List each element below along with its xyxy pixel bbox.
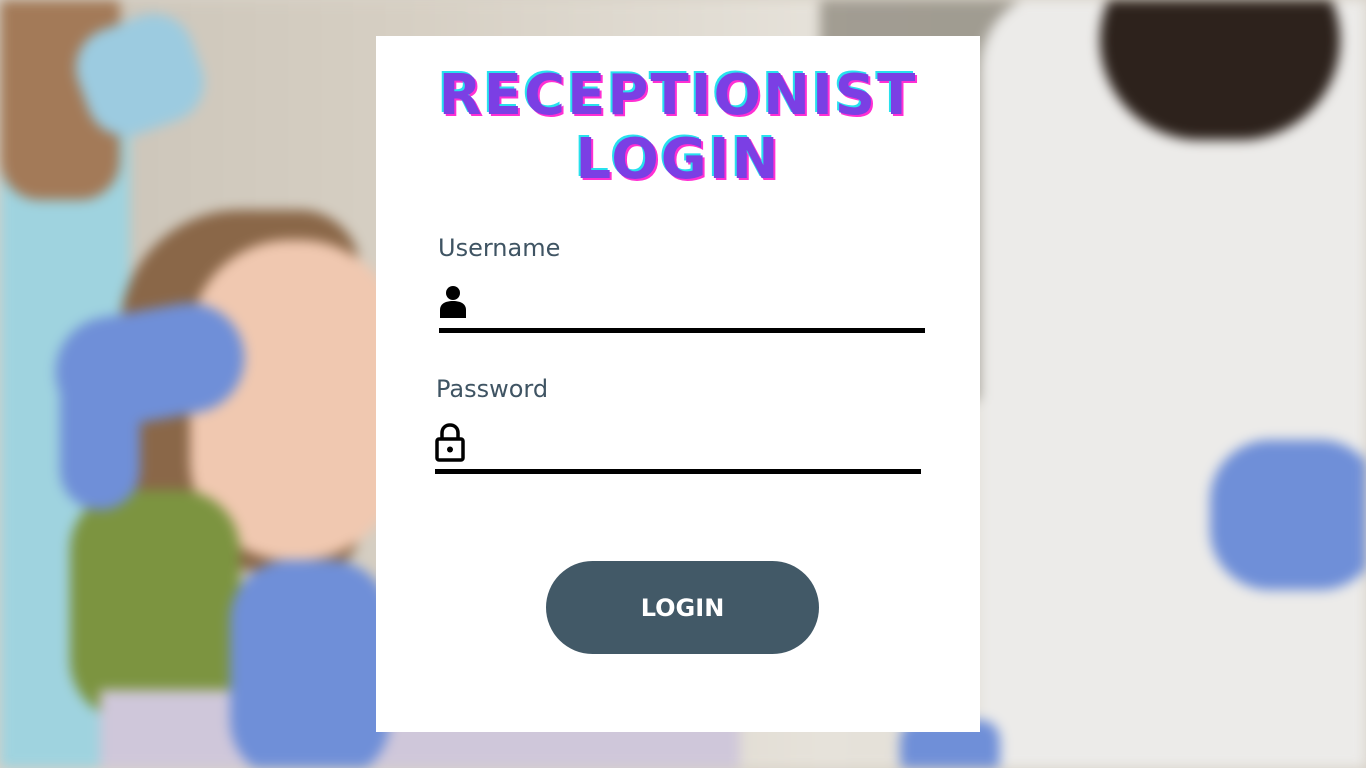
password-input[interactable] [477,421,921,463]
lock-icon [435,423,465,462]
username-input[interactable] [479,280,925,322]
username-label: Username [438,234,561,262]
page-title: Receptionist Login [376,64,980,192]
username-field[interactable] [439,274,925,333]
title-line-2: Login [575,127,781,192]
password-label: Password [436,375,549,403]
password-field[interactable] [435,415,921,474]
user-icon [440,286,466,318]
title-line-1: Receptionist [438,63,918,128]
login-button[interactable]: LOGIN [546,561,819,654]
